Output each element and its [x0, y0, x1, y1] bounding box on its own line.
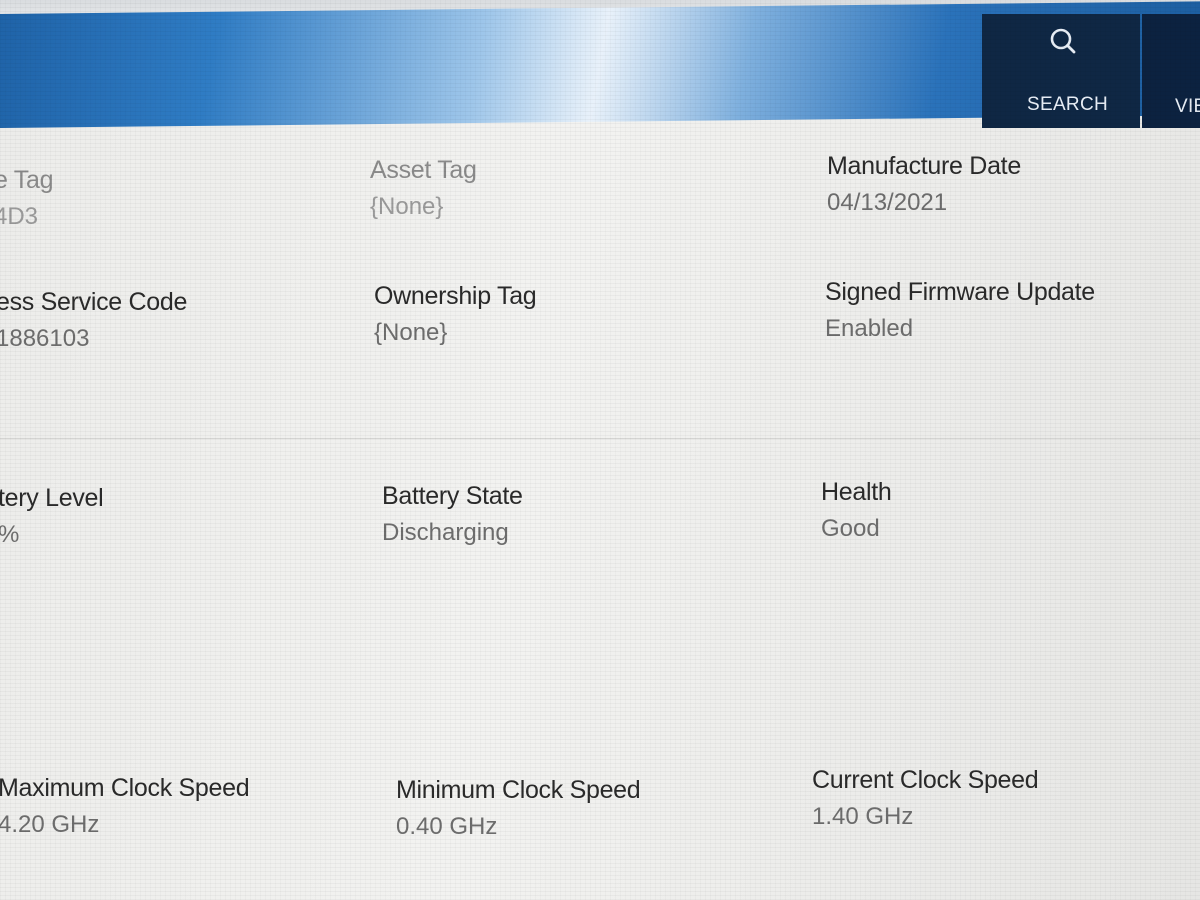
battery-state-field: Battery State Discharging	[382, 482, 523, 547]
maximum-clock-speed-value: 4.20 GHz	[0, 811, 100, 838]
service-tag-field: e Tag 4D3	[0, 166, 54, 231]
battery-health-value: Good	[821, 515, 880, 542]
battery-state-label: Battery State	[382, 482, 523, 510]
battery-level-label: tery Level	[0, 484, 104, 512]
battery-health-field: Health Good	[821, 478, 892, 543]
current-clock-speed-field: Current Clock Speed 1.40 GHz	[812, 766, 1039, 831]
search-nav-label[interactable]: SEARCH	[1027, 94, 1108, 116]
express-service-code-field: ess Service Code 1886103	[0, 288, 187, 353]
view-nav-label[interactable]: VIE	[1175, 96, 1200, 118]
battery-state-value: Discharging	[382, 519, 509, 546]
ownership-tag-field: Ownership Tag {None}	[374, 282, 537, 347]
battery-level-field: tery Level %	[0, 484, 104, 549]
service-tag-value: 4D3	[0, 203, 39, 230]
maximum-clock-speed-label: Maximum Clock Speed	[0, 774, 250, 802]
express-service-code-label: ess Service Code	[0, 288, 188, 316]
minimum-clock-speed-field: Minimum Clock Speed 0.40 GHz	[396, 776, 641, 841]
ownership-tag-label: Ownership Tag	[374, 282, 537, 310]
current-clock-speed-value: 1.40 GHz	[812, 803, 914, 830]
minimum-clock-speed-label: Minimum Clock Speed	[396, 776, 641, 804]
asset-tag-value: {None}	[370, 193, 444, 220]
battery-health-label: Health	[821, 478, 892, 506]
minimum-clock-speed-value: 0.40 GHz	[396, 813, 498, 840]
info-panel: e Tag 4D3 Asset Tag {None} Manufacture D…	[0, 128, 1200, 900]
service-tag-label: e Tag	[0, 166, 54, 194]
signed-firmware-update-value: Enabled	[825, 315, 914, 342]
manufacture-date-field: Manufacture Date 04/13/2021	[827, 152, 1021, 217]
screen: SEARCH VIE e Tag 4D3 Asset Tag {None} Ma…	[0, 0, 1200, 900]
signed-firmware-update-field: Signed Firmware Update Enabled	[825, 278, 1095, 343]
manufacture-date-value: 04/13/2021	[827, 189, 948, 216]
asset-tag-label: Asset Tag	[370, 156, 477, 184]
ownership-tag-value: {None}	[374, 319, 448, 346]
search-icon[interactable]	[1048, 26, 1078, 56]
asset-tag-field: Asset Tag {None}	[370, 156, 477, 221]
signed-firmware-update-label: Signed Firmware Update	[825, 278, 1095, 306]
battery-level-value: %	[0, 521, 20, 548]
section-divider	[0, 438, 1200, 439]
manufacture-date-label: Manufacture Date	[827, 152, 1021, 180]
current-clock-speed-label: Current Clock Speed	[812, 766, 1039, 794]
maximum-clock-speed-field: Maximum Clock Speed 4.20 GHz	[0, 774, 250, 839]
express-service-code-value: 1886103	[0, 325, 90, 352]
